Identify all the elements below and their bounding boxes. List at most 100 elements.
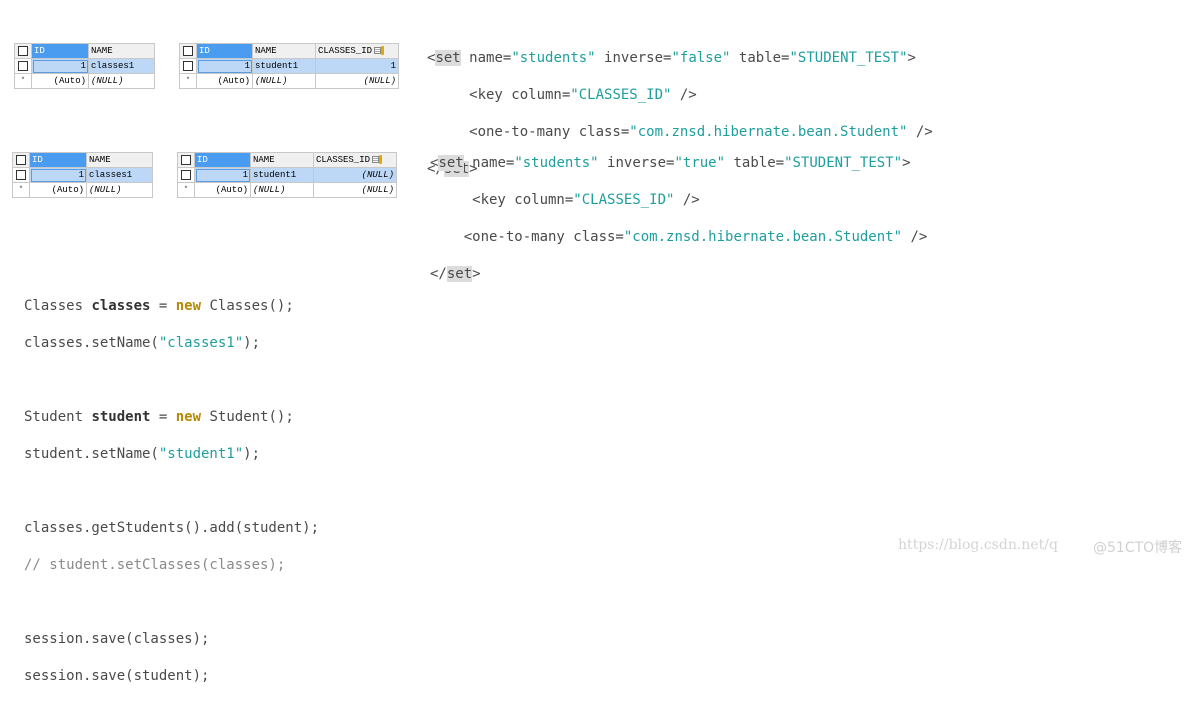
checkbox-icon	[181, 154, 191, 165]
cell-classes-id[interactable]: (NULL)	[315, 73, 399, 89]
column-header-name[interactable]: NAME	[88, 43, 155, 59]
xml-value: "students"	[514, 154, 599, 171]
column-header-id[interactable]: ID	[194, 152, 251, 168]
new-row[interactable]: * (Auto) (NULL)	[12, 182, 153, 198]
cell-id[interactable]: (Auto)	[31, 73, 89, 89]
column-header-name[interactable]: NAME	[250, 152, 314, 168]
xml-value: "students"	[511, 49, 596, 66]
java-string: "student1"	[158, 445, 244, 462]
column-header-label: CLASSES_ID	[316, 155, 371, 165]
xml-one-to-many-tag: <one-to-many class=	[430, 228, 624, 245]
code-line: <key column="CLASSES_ID" />	[427, 86, 933, 105]
xml-bracket: >	[907, 49, 916, 66]
student-table-after: ID NAME CLASSES_ID 1 student1 (NULL) * (…	[177, 152, 397, 198]
java-code-block: Classes classes = new Classes(); classes…	[24, 278, 319, 704]
column-header-id[interactable]: ID	[31, 43, 89, 59]
column-header-classes-id[interactable]: CLASSES_ID	[315, 43, 399, 59]
row-checkbox[interactable]	[179, 58, 197, 74]
java-expression: );	[243, 445, 261, 462]
table-row[interactable]: 1 student1 (NULL)	[177, 167, 397, 183]
column-header-name[interactable]: NAME	[86, 152, 153, 168]
xml-key-tag: <key column=	[427, 86, 571, 103]
classes-table-before: ID NAME 1 classes1 * (Auto) (NULL)	[14, 43, 155, 89]
mapping-xml-inverse-true: <set name="students" inverse="true" tabl…	[430, 135, 927, 302]
cell-name[interactable]: (NULL)	[250, 182, 314, 198]
table-row[interactable]: 1 classes1	[14, 58, 155, 74]
new-row-marker: *	[14, 73, 32, 89]
cell-classes-id[interactable]: (NULL)	[313, 167, 397, 183]
xml-attr: table=	[730, 49, 790, 66]
cell-id[interactable]: (Auto)	[196, 73, 253, 89]
checkbox-icon	[18, 45, 28, 56]
row-checkbox[interactable]	[14, 58, 32, 74]
cell-id[interactable]: 1	[196, 58, 253, 74]
java-string: "classes1"	[158, 334, 244, 351]
code-line: <set name="students" inverse="true" tabl…	[430, 154, 927, 173]
xml-value: "STUDENT_TEST"	[784, 154, 903, 171]
code-comment: // student.setClasses(classes);	[24, 556, 286, 573]
xml-attr: inverse=	[595, 49, 672, 66]
cell-classes-id[interactable]: 1	[315, 58, 399, 74]
java-variable: student	[91, 408, 151, 425]
java-expression: Classes();	[201, 297, 294, 314]
xml-bracket: </	[430, 265, 447, 282]
xml-value-inverse: "true"	[674, 154, 726, 171]
checkbox-icon	[16, 154, 26, 165]
cell-id[interactable]: 1	[194, 167, 251, 183]
java-variable: classes	[91, 297, 151, 314]
table-row[interactable]: 1 classes1	[12, 167, 153, 183]
checkbox-icon	[183, 60, 193, 71]
student-table-before: ID NAME CLASSES_ID 1 student1 1 * (Auto)…	[179, 43, 399, 89]
new-row-marker: *	[177, 182, 195, 198]
new-row-marker: *	[179, 73, 197, 89]
code-line: classes.setName("classes1");	[24, 334, 319, 353]
java-keyword: new	[175, 408, 202, 425]
cell-classes-id[interactable]: (NULL)	[313, 182, 397, 198]
cell-name[interactable]: classes1	[86, 167, 153, 183]
cell-name[interactable]: (NULL)	[88, 73, 155, 89]
cell-name[interactable]: student1	[252, 58, 316, 74]
cell-id[interactable]: (Auto)	[29, 182, 87, 198]
java-expression: );	[243, 334, 261, 351]
cell-name[interactable]: (NULL)	[86, 182, 153, 198]
select-all-checkbox[interactable]	[179, 43, 197, 59]
column-header-label: CLASSES_ID	[318, 46, 373, 56]
watermark-overlay: @51CTO博客	[1093, 540, 1183, 556]
select-all-checkbox[interactable]	[12, 152, 30, 168]
cell-name[interactable]: classes1	[88, 58, 155, 74]
cell-name[interactable]: (NULL)	[252, 73, 316, 89]
xml-bracket: >	[472, 265, 481, 282]
column-header-id[interactable]: ID	[29, 152, 87, 168]
cell-id[interactable]: 1	[31, 58, 89, 74]
cell-id[interactable]: (Auto)	[194, 182, 251, 198]
xml-attr: inverse=	[598, 154, 675, 171]
cell-id[interactable]: 1	[29, 167, 87, 183]
code-line: classes.getStudents().add(student);	[24, 519, 320, 536]
row-checkbox[interactable]	[177, 167, 195, 183]
java-expression: Student();	[201, 408, 294, 425]
checkbox-icon	[18, 60, 28, 71]
code-line: session.save(classes);	[24, 630, 210, 647]
code-line: Classes classes = new Classes();	[24, 297, 319, 316]
select-all-checkbox[interactable]	[177, 152, 195, 168]
table-row[interactable]: 1 student1 1	[179, 58, 399, 74]
new-row[interactable]: * (Auto) (NULL)	[14, 73, 155, 89]
cell-name[interactable]: student1	[250, 167, 314, 183]
java-type: Student	[24, 408, 92, 425]
xml-value: "STUDENT_TEST"	[789, 49, 908, 66]
code-line: session.save(student);	[24, 667, 210, 684]
column-header-name[interactable]: NAME	[252, 43, 316, 59]
column-header-classes-id[interactable]: CLASSES_ID	[313, 152, 397, 168]
row-checkbox[interactable]	[12, 167, 30, 183]
xml-tag-set: set	[446, 265, 473, 282]
new-row[interactable]: * (Auto) (NULL) (NULL)	[179, 73, 399, 89]
xml-value: "CLASSES_ID"	[573, 191, 675, 208]
column-header-id[interactable]: ID	[196, 43, 253, 59]
new-row[interactable]: * (Auto) (NULL) (NULL)	[177, 182, 397, 198]
foreign-key-icon	[374, 46, 385, 56]
xml-bracket: />	[902, 228, 928, 245]
select-all-checkbox[interactable]	[14, 43, 32, 59]
xml-value: "com.znsd.hibernate.bean.Student"	[623, 228, 903, 245]
